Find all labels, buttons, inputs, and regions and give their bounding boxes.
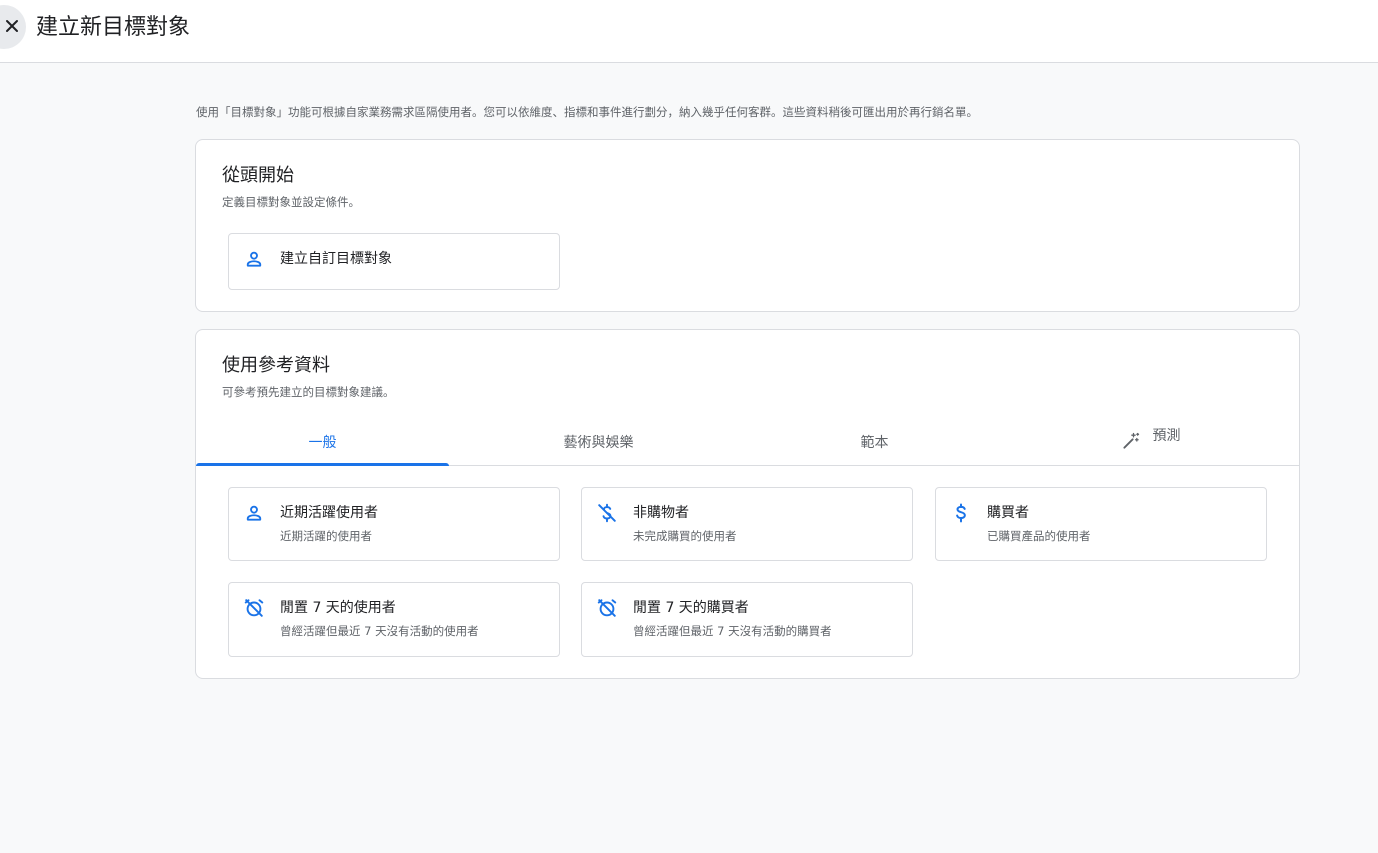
tile-title: 近期活躍使用者 — [280, 505, 378, 521]
dollar-icon — [950, 502, 972, 524]
tile-description: 曾經活躍但最近 7 天沒有活動的購買者 — [633, 624, 832, 638]
tile-title: 購買者 — [987, 505, 1029, 521]
tile-description: 未完成購買的使用者 — [633, 529, 737, 543]
tile-description: 近期活躍的使用者 — [280, 529, 372, 543]
audience-idle-7-days-users[interactable]: 閒置 7 天的使用者 曾經活躍但最近 7 天沒有活動的使用者 — [228, 582, 560, 657]
card-subtitle: 可參考預先建立的目標對象建議。 — [222, 385, 395, 399]
person-icon — [243, 502, 265, 524]
tab-arts-entertainment[interactable]: 藝術與娛樂 — [472, 419, 725, 465]
magic-wand-icon — [1121, 431, 1141, 451]
active-tab-indicator — [196, 463, 449, 466]
tab-label: 一般 — [308, 435, 337, 451]
card-title: 使用參考資料 — [222, 355, 330, 376]
tab-templates[interactable]: 範本 — [748, 419, 1001, 465]
tab-general[interactable]: 一般 — [196, 419, 449, 466]
intro-text: 使用「目標對象」功能可根據自家業務需求區隔使用者。您可以依維度、指標和事件進行劃… — [196, 105, 978, 119]
audience-purchasers[interactable]: 購買者 已購買產品的使用者 — [935, 487, 1267, 561]
tile-title: 非購物者 — [633, 505, 689, 521]
tab-predictive[interactable]: 預測 — [1024, 419, 1277, 465]
tile-description: 已購買產品的使用者 — [987, 529, 1091, 543]
card-title: 從頭開始 — [222, 165, 294, 186]
tile-title: 閒置 7 天的購買者 — [633, 600, 749, 616]
audience-idle-7-days-purchasers[interactable]: 閒置 7 天的購買者 曾經活躍但最近 7 天沒有活動的購買者 — [581, 582, 913, 657]
suggested-audiences-card: 使用參考資料 可參考預先建立的目標對象建議。 一般 藝術與娛樂 範本 預測 近期… — [195, 329, 1300, 679]
audience-recently-active-users[interactable]: 近期活躍使用者 近期活躍的使用者 — [228, 487, 560, 561]
alarm-off-icon — [243, 597, 265, 619]
tile-description: 曾經活躍但最近 7 天沒有活動的使用者 — [280, 624, 479, 638]
tile-title: 閒置 7 天的使用者 — [280, 600, 396, 616]
tab-label: 預測 — [1152, 428, 1181, 444]
money-off-icon — [596, 502, 618, 524]
top-bar: 建立新目標對象 — [0, 0, 1378, 63]
close-button[interactable] — [0, 5, 26, 49]
audience-non-purchasers[interactable]: 非購物者 未完成購買的使用者 — [581, 487, 913, 561]
start-from-scratch-card: 從頭開始 定義目標對象並設定條件。 建立自訂目標對象 — [195, 139, 1300, 312]
tab-label: 藝術與娛樂 — [563, 435, 634, 451]
create-custom-audience-button[interactable]: 建立自訂目標對象 — [228, 233, 560, 290]
tab-label: 範本 — [860, 435, 889, 451]
tile-title: 建立自訂目標對象 — [280, 251, 392, 267]
audience-tabs: 一般 藝術與娛樂 範本 預測 — [196, 419, 1299, 466]
card-subtitle: 定義目標對象並設定條件。 — [222, 195, 360, 209]
person-icon — [243, 248, 265, 270]
alarm-off-icon — [596, 597, 618, 619]
close-icon — [0, 18, 18, 37]
page-title: 建立新目標對象 — [36, 15, 191, 40]
